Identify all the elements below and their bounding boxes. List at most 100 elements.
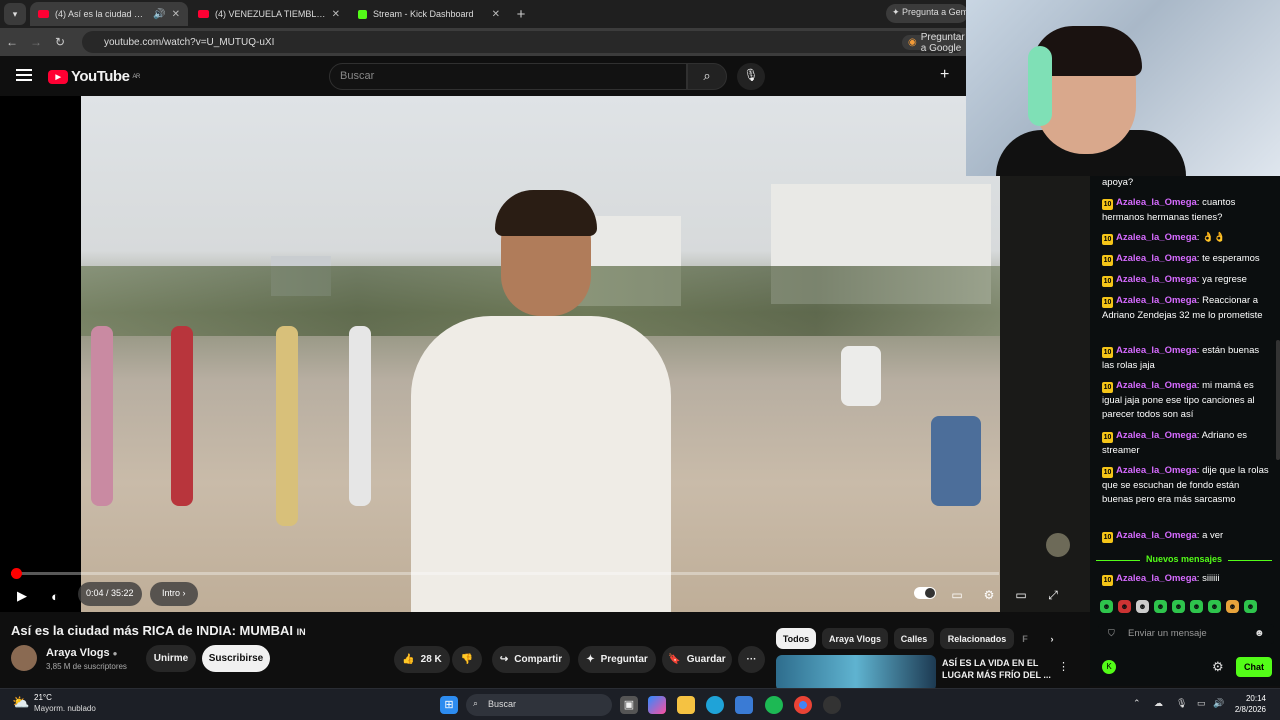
volume-icon[interactable]: ◐ xyxy=(44,584,66,608)
shield-icon: ⛉ xyxy=(1108,628,1115,638)
close-tab-icon[interactable]: ✕ xyxy=(492,9,500,20)
fullscreen-icon[interactable]: ⤢ xyxy=(1042,584,1064,606)
save-button[interactable]: 🔖 Guardar xyxy=(662,646,732,673)
chip-araya-vlogs[interactable]: Araya Vlogs xyxy=(822,628,888,649)
share-button[interactable]: ↪ Compartir xyxy=(492,646,570,673)
emote-icon[interactable]: ☻ xyxy=(1154,600,1167,613)
chip-next-icon[interactable]: › xyxy=(1042,628,1062,649)
chat-username[interactable]: Azalea_la_Omega xyxy=(1116,430,1197,441)
subscribe-button[interactable]: Suscribirse xyxy=(202,645,270,672)
edge-icon[interactable] xyxy=(706,696,724,714)
spotify-icon[interactable] xyxy=(765,696,783,714)
menu-icon[interactable] xyxy=(16,69,32,81)
recommended-thumbnail[interactable] xyxy=(776,655,936,691)
tab-kick-dashboard[interactable]: Stream - Kick Dashboard ✕ xyxy=(350,2,508,26)
youtube-logo[interactable]: ▶ YouTube AR xyxy=(48,68,140,85)
progress-bar[interactable] xyxy=(11,568,999,579)
chip-relacionados[interactable]: Relacionados xyxy=(940,628,1014,649)
recommended-title[interactable]: ASÍ ES LA VIDA EN EL LUGAR MÁS FRÍO DEL … xyxy=(942,657,1052,681)
ask-button[interactable]: ✦ Preguntar xyxy=(578,646,656,673)
network-icon[interactable]: ▭ xyxy=(1197,698,1206,709)
channel-avatar[interactable] xyxy=(11,645,37,671)
video-frame[interactable] xyxy=(81,96,1000,612)
channel-name[interactable]: Araya Vlogs ● xyxy=(46,647,118,659)
like-button[interactable]: 👍 28 K xyxy=(394,646,450,673)
task-view-icon[interactable]: ▣ xyxy=(620,696,638,714)
chat-username[interactable]: Azalea_la_Omega xyxy=(1116,530,1197,541)
emote-icon[interactable]: ☻ xyxy=(1136,600,1149,613)
chip-more[interactable]: F xyxy=(1018,628,1032,649)
tab-youtube-mumbai[interactable]: (4) Así es la ciudad más RIC 🔊 ✕ xyxy=(30,2,188,26)
recommended-menu-icon[interactable]: ⋮ xyxy=(1058,660,1069,673)
new-messages-divider[interactable]: Nuevos mensajes xyxy=(1096,554,1272,566)
emote-icon[interactable]: ☻ xyxy=(1100,600,1113,613)
kick-favicon-icon xyxy=(358,9,367,19)
theater-mode-icon[interactable]: ▭ xyxy=(1010,584,1032,606)
chat-settings-icon[interactable]: ⚙ xyxy=(1212,659,1224,675)
windows-start-icon[interactable]: ⊞ xyxy=(440,696,458,714)
more-actions-button[interactable]: ··· xyxy=(738,646,765,673)
onedrive-icon[interactable]: ☁ xyxy=(1154,698,1163,709)
channel-watermark[interactable] xyxy=(1046,533,1070,557)
store-icon[interactable] xyxy=(735,696,753,714)
file-explorer-icon[interactable] xyxy=(677,696,695,714)
play-icon[interactable]: ▶ xyxy=(12,584,32,608)
obs-icon[interactable] xyxy=(823,696,841,714)
search-input[interactable]: Buscar xyxy=(329,63,687,90)
voice-search-icon[interactable]: 🎙 xyxy=(737,63,765,90)
chat-scrollbar[interactable] xyxy=(1276,340,1280,460)
close-tab-icon[interactable]: ✕ xyxy=(332,9,340,20)
tray-overflow-icon[interactable]: ⌃ xyxy=(1133,698,1141,709)
chat-username[interactable]: Azalea_la_Omega xyxy=(1116,274,1197,285)
dislike-button[interactable]: 👎 xyxy=(452,646,482,673)
ask-google-button[interactable]: ◉ Preguntar a Google xyxy=(902,32,971,54)
search-button[interactable]: ⌕ xyxy=(687,63,727,90)
gemini-button[interactable]: ✦ Pregunta a Gem xyxy=(886,4,968,23)
chip-todos[interactable]: Todos xyxy=(776,628,816,649)
create-icon[interactable]: + xyxy=(940,66,949,84)
join-button[interactable]: Unirme xyxy=(146,645,196,672)
reload-icon[interactable]: ↻ xyxy=(48,35,72,49)
chrome-icon[interactable] xyxy=(794,696,812,714)
settings-icon[interactable]: ⚙ xyxy=(978,584,1000,606)
close-tab-icon[interactable]: ✕ xyxy=(172,9,180,20)
autoplay-toggle[interactable] xyxy=(914,587,936,599)
system-clock[interactable]: 20:14 2/8/2026 xyxy=(1234,693,1266,715)
chat-username[interactable]: Azalea_la_Omega xyxy=(1116,345,1197,356)
chip-calles[interactable]: Calles xyxy=(894,628,934,649)
emote-icon[interactable]: ☻ xyxy=(1190,600,1203,613)
chat-username[interactable]: Azalea_la_Omega xyxy=(1116,465,1197,476)
send-chat-button[interactable]: Chat xyxy=(1236,657,1272,677)
new-tab-button[interactable]: + xyxy=(510,6,532,23)
copilot-icon[interactable] xyxy=(648,696,666,714)
volume-icon[interactable]: 🔊 xyxy=(1213,698,1224,709)
speaker-icon[interactable]: 🔊 xyxy=(153,9,165,20)
emote-icon[interactable]: ☻ xyxy=(1226,600,1239,613)
chat-username[interactable]: Azalea_la_Omega xyxy=(1116,380,1197,391)
chat-username[interactable]: Azalea_la_Omega xyxy=(1116,253,1197,264)
chat-username[interactable]: Azalea_la_Omega xyxy=(1116,197,1197,208)
tab-search-button[interactable]: ▾ xyxy=(4,3,26,25)
emote-icon[interactable]: ☻ xyxy=(1172,600,1185,613)
chat-username[interactable]: Azalea_la_Omega xyxy=(1116,232,1197,243)
video-player[interactable]: ▶ ◐ 0:04 / 35:22 Intro › ▭ ⚙ ▭ ⤢ xyxy=(0,96,1090,612)
chat-message-input[interactable]: Enviar un mensaje xyxy=(1098,624,1274,644)
subtitles-icon[interactable]: ▭ xyxy=(946,584,968,606)
chat-username[interactable]: Azalea_la_Omega xyxy=(1116,295,1197,306)
emoji-picker-icon[interactable]: ☻ xyxy=(1254,628,1265,639)
emote-icon[interactable]: ☻ xyxy=(1118,600,1131,613)
emote-icon[interactable]: ☻ xyxy=(1208,600,1221,613)
taskbar-search[interactable]: ⌕ Buscar xyxy=(466,694,612,716)
kick-points-icon[interactable]: K xyxy=(1102,660,1116,674)
tab-youtube-venezuela[interactable]: (4) VENEZUELA TIEMBLA: los hi ✕ xyxy=(190,2,348,26)
microphone-icon[interactable]: 🎙 xyxy=(1176,698,1187,709)
chapter-button[interactable]: Intro › xyxy=(150,582,198,606)
url-field[interactable]: youtube.com/watch?v=U_MUTUQ-uXI ◉ Pregun… xyxy=(82,31,971,54)
forward-icon[interactable]: → xyxy=(24,35,48,49)
thumbs-up-icon: 👍 xyxy=(402,654,415,665)
scrubber-handle[interactable] xyxy=(11,568,22,579)
chat-username[interactable]: Azalea_la_Omega xyxy=(1116,573,1197,584)
back-icon[interactable]: ← xyxy=(0,35,24,49)
weather-icon[interactable]: ⛅ xyxy=(12,694,32,712)
emote-icon[interactable]: ☻ xyxy=(1244,600,1257,613)
